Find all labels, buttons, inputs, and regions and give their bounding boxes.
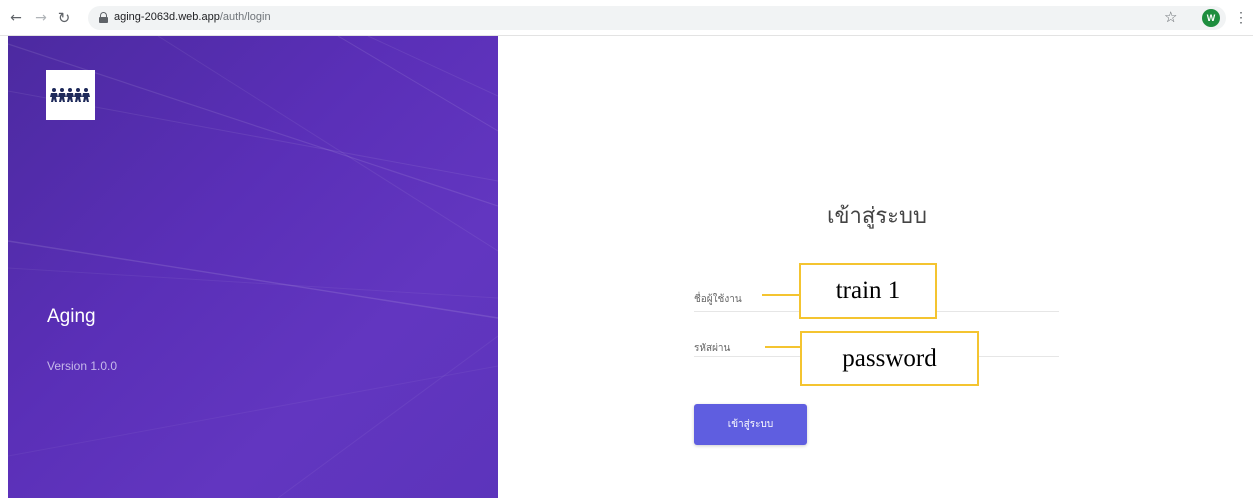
reload-icon[interactable]: ↻ — [56, 9, 72, 27]
username-callout: train 1 — [799, 263, 937, 319]
password-callout: password — [800, 331, 979, 386]
username-callout-connector — [762, 294, 800, 296]
app-version: Version 1.0.0 — [47, 359, 118, 373]
profile-avatar[interactable]: W — [1202, 9, 1220, 27]
lock-icon[interactable] — [99, 12, 108, 23]
app-name: Aging — [47, 306, 96, 327]
login-title: เข้าสู่ระบบ — [827, 204, 927, 229]
address-bar[interactable]: aging-2063d.web.app/auth/login — [88, 6, 1226, 30]
password-callout-connector — [765, 346, 801, 348]
login-button[interactable]: เข้าสู่ระบบ — [694, 404, 807, 445]
url-host: aging-2063d.web.app — [114, 11, 220, 23]
browser-toolbar: ← → ↻ aging-2063d.web.app/auth/login ☆ W… — [0, 0, 1253, 36]
username-label: ชื่อผู้ใช้งาน — [694, 294, 742, 305]
password-label: รหัสผ่าน — [694, 343, 731, 354]
back-arrow-icon[interactable]: ← — [8, 9, 24, 27]
url-path: /auth/login — [219, 11, 271, 23]
logo — [46, 70, 95, 120]
forward-arrow-icon[interactable]: → — [33, 9, 49, 27]
people-group-icon — [50, 88, 90, 102]
url-text[interactable]: aging-2063d.web.app/auth/login — [114, 11, 271, 23]
star-icon[interactable]: ☆ — [1164, 8, 1177, 26]
brand-panel: Aging Version 1.0.0 — [8, 36, 498, 498]
menu-dots-icon[interactable]: ⋮ — [1234, 8, 1248, 26]
